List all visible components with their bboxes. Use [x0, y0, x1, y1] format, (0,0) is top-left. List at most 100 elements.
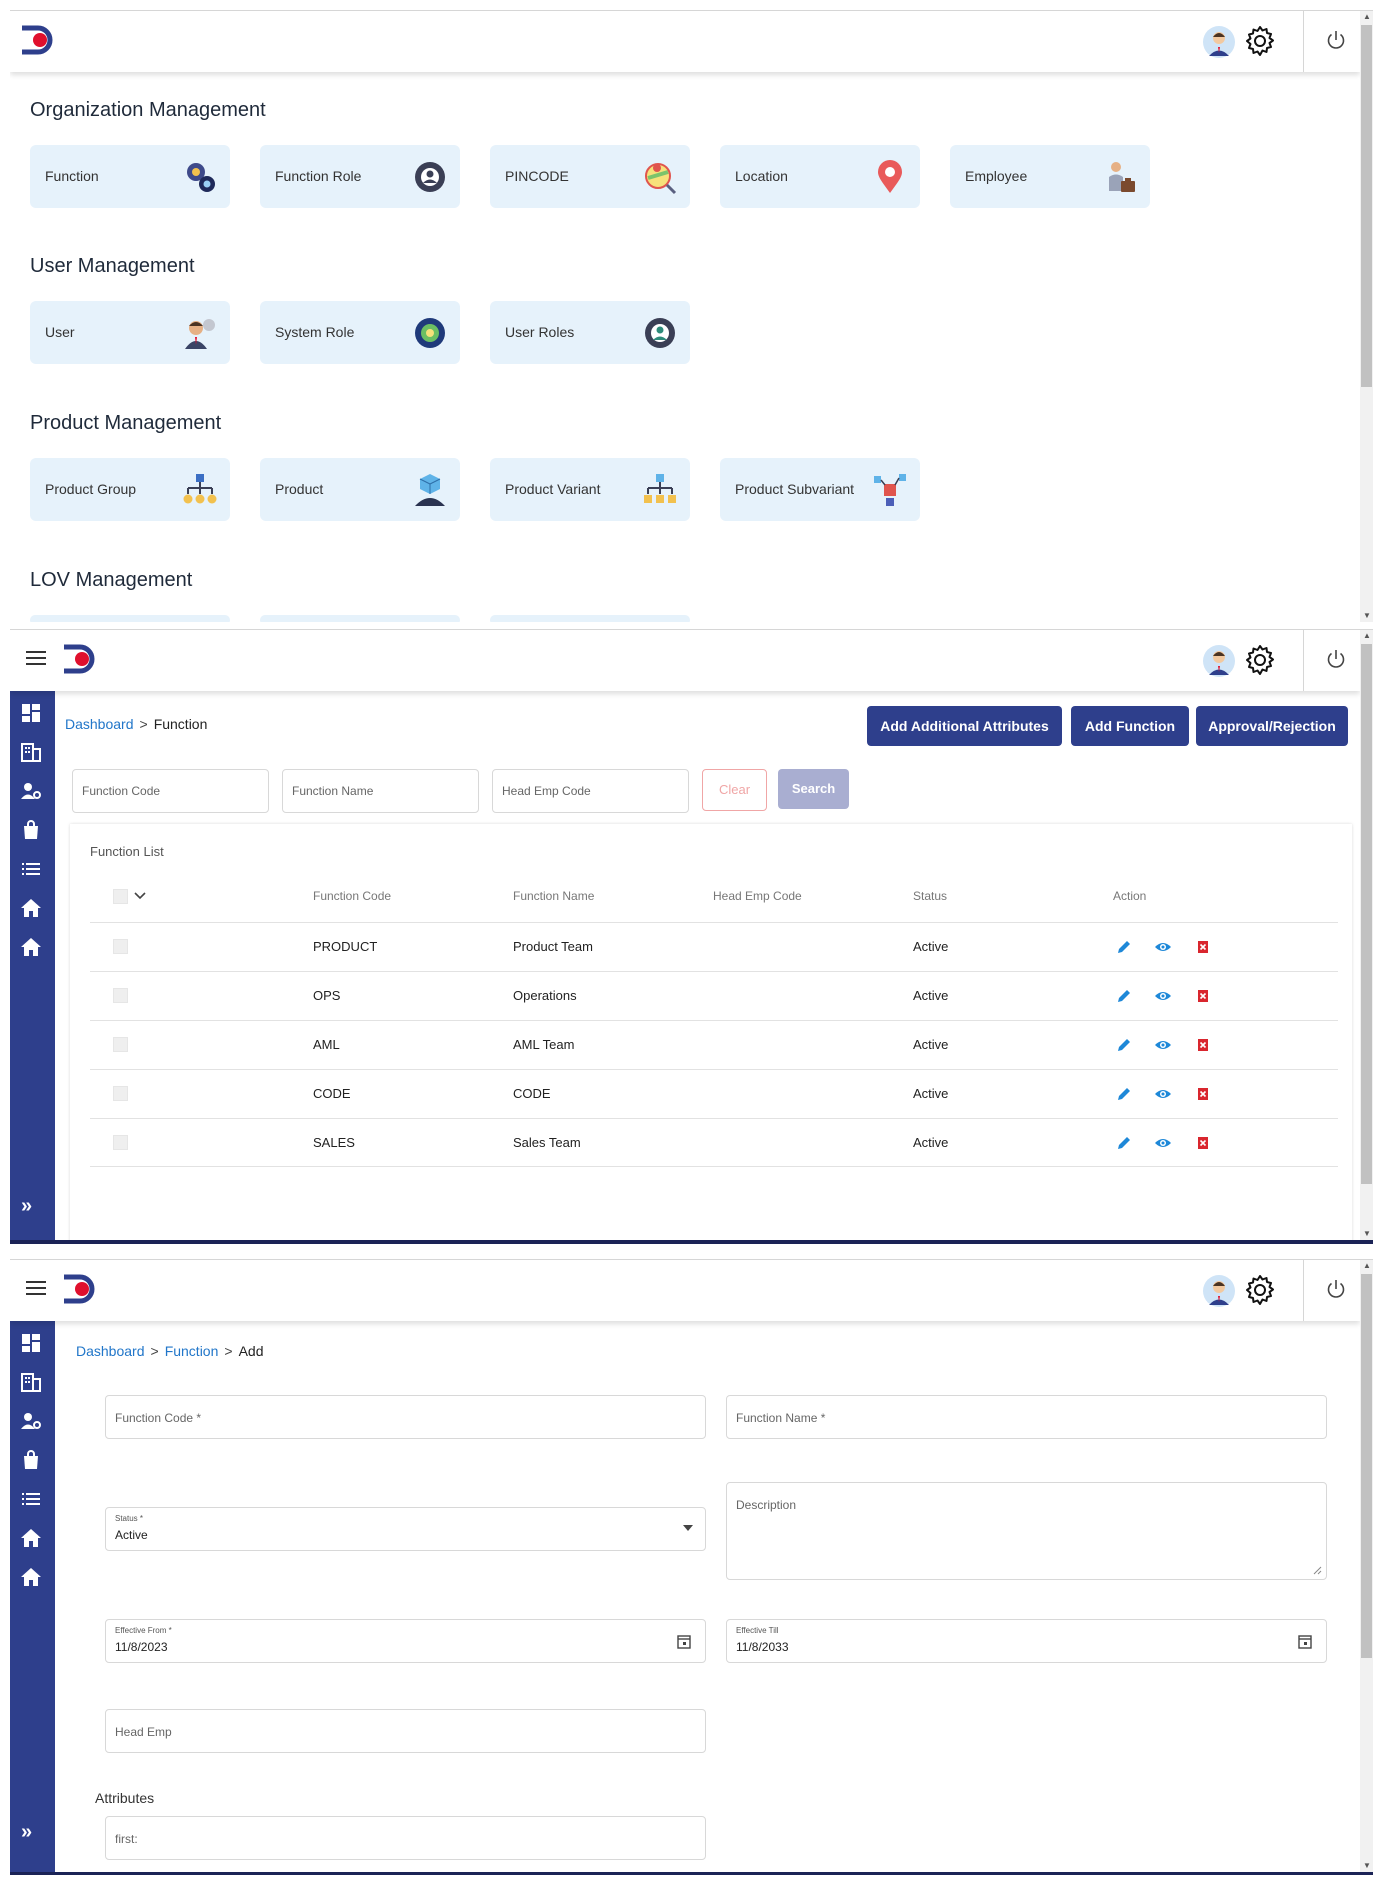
- delete-icon[interactable]: [1194, 987, 1212, 1005]
- edit-pencil-icon[interactable]: [1115, 1036, 1133, 1054]
- tile-lov-partial[interactable]: [490, 615, 690, 622]
- home-icon[interactable]: [20, 936, 42, 958]
- tile-employee[interactable]: Employee: [950, 145, 1150, 208]
- app-logo[interactable]: [62, 644, 98, 674]
- delete-icon[interactable]: [1194, 1134, 1212, 1152]
- home-icon[interactable]: [20, 897, 42, 919]
- clear-button[interactable]: Clear: [702, 769, 767, 811]
- view-eye-icon[interactable]: [1154, 1036, 1172, 1054]
- tile-product[interactable]: Product: [260, 458, 460, 521]
- app-logo[interactable]: [20, 25, 56, 55]
- column-header-function-name[interactable]: Function Name: [513, 889, 594, 903]
- user-gear-icon[interactable]: [20, 1410, 42, 1432]
- home-icon[interactable]: [20, 1527, 42, 1549]
- scrollbar-thumb[interactable]: [1361, 1274, 1372, 1658]
- function-name-filter-input[interactable]: Function Name: [282, 769, 479, 813]
- vertical-scrollbar[interactable]: ▲ ▼: [1360, 630, 1373, 1240]
- settings-gear-icon[interactable]: [1243, 643, 1277, 677]
- dashboard-grid-icon[interactable]: [20, 1332, 42, 1354]
- settings-gear-icon[interactable]: [1243, 1273, 1277, 1307]
- scrollbar-thumb[interactable]: [1361, 644, 1372, 1184]
- expand-sidebar-icon[interactable]: »: [21, 1821, 32, 1844]
- effective-till-date-input[interactable]: Effective Till 11/8/2033: [726, 1619, 1327, 1663]
- delete-icon[interactable]: [1194, 1036, 1212, 1054]
- chevron-down-icon[interactable]: [134, 891, 146, 901]
- tile-user[interactable]: User: [30, 301, 230, 364]
- shopping-bag-icon[interactable]: [20, 1449, 42, 1471]
- scroll-down-arrow-icon[interactable]: ▼: [1363, 612, 1371, 620]
- row-checkbox[interactable]: [113, 1135, 128, 1150]
- scroll-up-arrow-icon[interactable]: ▲: [1363, 13, 1371, 21]
- tile-user-roles[interactable]: User Roles: [490, 301, 690, 364]
- delete-icon[interactable]: [1194, 1085, 1212, 1103]
- building-icon[interactable]: [20, 741, 42, 763]
- edit-pencil-icon[interactable]: [1115, 987, 1133, 1005]
- edit-pencil-icon[interactable]: [1115, 1085, 1133, 1103]
- tile-system-role[interactable]: System Role: [260, 301, 460, 364]
- view-eye-icon[interactable]: [1154, 1134, 1172, 1152]
- scroll-down-arrow-icon[interactable]: ▼: [1363, 1230, 1371, 1238]
- shopping-bag-icon[interactable]: [20, 819, 42, 841]
- calendar-icon[interactable]: [677, 1634, 691, 1649]
- resize-handle-icon[interactable]: [1313, 1566, 1322, 1575]
- tile-function[interactable]: Function: [30, 145, 230, 208]
- scroll-down-arrow-icon[interactable]: ▼: [1363, 1862, 1371, 1870]
- user-gear-icon[interactable]: [20, 780, 42, 802]
- function-name-input[interactable]: Function Name *: [726, 1395, 1327, 1439]
- status-select[interactable]: Status * Active: [105, 1507, 706, 1551]
- user-avatar-icon[interactable]: [1203, 645, 1235, 677]
- calendar-icon[interactable]: [1298, 1634, 1312, 1649]
- dropdown-caret-icon[interactable]: [683, 1525, 693, 1531]
- head-emp-input[interactable]: Head Emp: [105, 1709, 706, 1753]
- function-code-filter-input[interactable]: Function Code: [72, 769, 269, 813]
- row-checkbox[interactable]: [113, 939, 128, 954]
- function-code-input[interactable]: Function Code *: [105, 1395, 706, 1439]
- tile-product-group[interactable]: Product Group: [30, 458, 230, 521]
- column-header-status[interactable]: Status: [913, 889, 947, 903]
- user-avatar-icon[interactable]: [1203, 1275, 1235, 1307]
- tile-lov-partial[interactable]: [260, 615, 460, 622]
- breadcrumb-dashboard-link[interactable]: Dashboard: [65, 716, 134, 732]
- view-eye-icon[interactable]: [1154, 1085, 1172, 1103]
- description-textarea[interactable]: Description: [726, 1482, 1327, 1580]
- view-eye-icon[interactable]: [1154, 938, 1172, 956]
- dashboard-grid-icon[interactable]: [20, 702, 42, 724]
- user-avatar-icon[interactable]: [1203, 26, 1235, 58]
- power-icon[interactable]: [1325, 1278, 1347, 1300]
- tile-function-role[interactable]: Function Role: [260, 145, 460, 208]
- breadcrumb-function-link[interactable]: Function: [165, 1343, 219, 1359]
- tile-product-variant[interactable]: Product Variant: [490, 458, 690, 521]
- list-icon[interactable]: [20, 1488, 42, 1510]
- breadcrumb-dashboard-link[interactable]: Dashboard: [76, 1343, 145, 1359]
- vertical-scrollbar[interactable]: ▲ ▼: [1360, 11, 1373, 622]
- row-checkbox[interactable]: [113, 1037, 128, 1052]
- scroll-up-arrow-icon[interactable]: ▲: [1363, 632, 1371, 640]
- add-additional-attributes-button[interactable]: Add Additional Attributes: [867, 706, 1062, 746]
- row-checkbox[interactable]: [113, 988, 128, 1003]
- delete-icon[interactable]: [1194, 938, 1212, 956]
- effective-from-date-input[interactable]: Effective From * 11/8/2023: [105, 1619, 706, 1663]
- menu-hamburger-icon[interactable]: [26, 1281, 46, 1297]
- head-emp-code-filter-input[interactable]: Head Emp Code: [492, 769, 689, 813]
- tile-lov-partial[interactable]: [30, 615, 230, 622]
- view-eye-icon[interactable]: [1154, 987, 1172, 1005]
- column-header-function-code[interactable]: Function Code: [313, 889, 391, 903]
- power-icon[interactable]: [1325, 648, 1347, 670]
- building-icon[interactable]: [20, 1371, 42, 1393]
- column-header-head-emp-code[interactable]: Head Emp Code: [713, 889, 802, 903]
- menu-hamburger-icon[interactable]: [26, 651, 46, 667]
- add-function-button[interactable]: Add Function: [1071, 706, 1189, 746]
- scrollbar-thumb[interactable]: [1361, 25, 1372, 387]
- list-icon[interactable]: [20, 858, 42, 880]
- settings-gear-icon[interactable]: [1243, 24, 1277, 58]
- edit-pencil-icon[interactable]: [1115, 938, 1133, 956]
- edit-pencil-icon[interactable]: [1115, 1134, 1133, 1152]
- tile-location[interactable]: Location: [720, 145, 920, 208]
- select-all-checkbox[interactable]: [113, 889, 128, 904]
- approval-rejection-button[interactable]: Approval/Rejection: [1196, 706, 1348, 746]
- home-icon[interactable]: [20, 1566, 42, 1588]
- attribute-first-input[interactable]: first:: [105, 1816, 706, 1860]
- scroll-up-arrow-icon[interactable]: ▲: [1363, 1262, 1371, 1270]
- search-button[interactable]: Search: [778, 769, 849, 809]
- tile-pincode[interactable]: PINCODE: [490, 145, 690, 208]
